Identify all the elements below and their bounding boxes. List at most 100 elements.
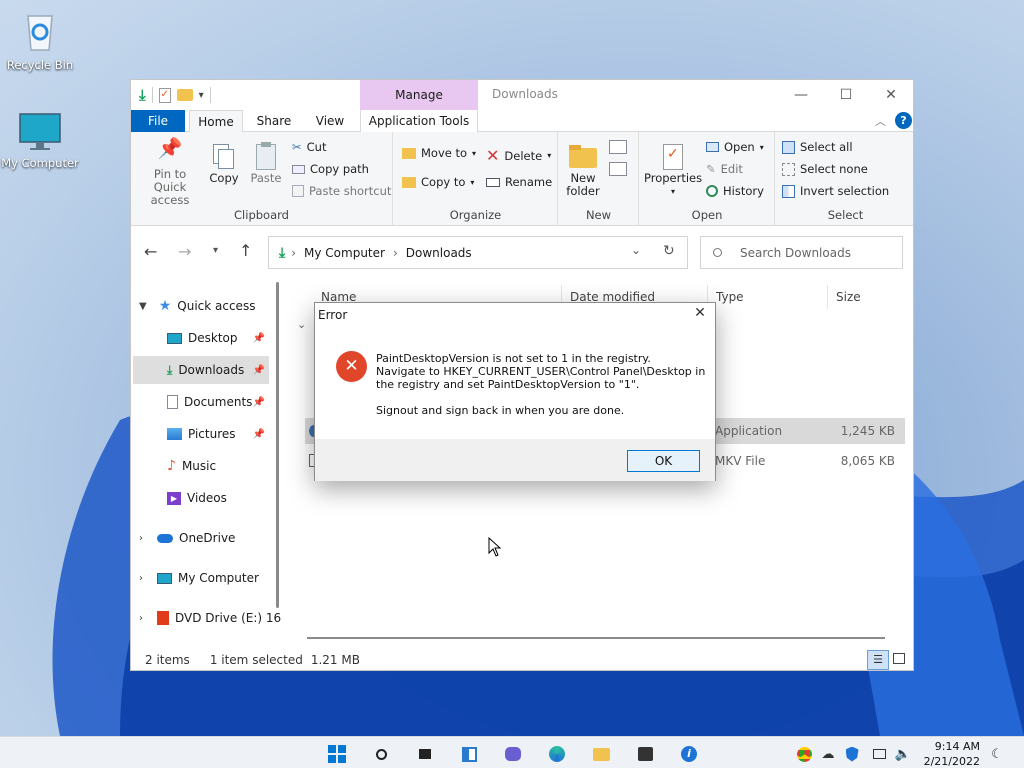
chat-button[interactable] xyxy=(502,743,524,765)
copy-to-button[interactable]: Copy to ▾ xyxy=(402,175,474,189)
select-all-button[interactable]: Select all xyxy=(782,140,853,154)
nav-dvd-drive[interactable]: › DVD Drive (E:) 16 xyxy=(139,604,281,632)
nav-item-downloads[interactable]: ⤓ Downloads 📌 xyxy=(133,356,269,384)
column-header-size[interactable]: Size xyxy=(827,285,907,309)
pin-quick-access-button[interactable]: 📌 Pin to Quick access xyxy=(137,138,203,207)
new-folder-button[interactable]: New folder xyxy=(565,142,601,198)
nav-quick-access[interactable]: ▼ ★ Quick access xyxy=(139,292,255,320)
collapse-ribbon-icon[interactable]: ︿ xyxy=(875,113,886,129)
onedrive-tray-button[interactable]: ☁ xyxy=(817,743,839,765)
delete-button[interactable]: ✕ Delete ▾ xyxy=(486,146,551,165)
easy-access-icon[interactable] xyxy=(609,162,627,176)
start-button[interactable] xyxy=(326,743,348,765)
forward-arrow-icon[interactable]: → xyxy=(178,242,191,261)
search-box[interactable]: Search Downloads xyxy=(700,236,903,269)
downloads-icon: ⤓ xyxy=(167,362,173,377)
security-tray-button[interactable] xyxy=(841,743,863,765)
large-icons-view-icon[interactable] xyxy=(893,653,905,664)
task-view-button[interactable] xyxy=(414,743,436,765)
expand-chevron-icon[interactable]: › xyxy=(139,573,143,584)
column-header-type[interactable]: Type xyxy=(707,285,827,309)
new-folder-icon[interactable] xyxy=(176,89,193,101)
nav-item-desktop[interactable]: Desktop 📌 xyxy=(133,324,269,352)
horizontal-scrollbar[interactable] xyxy=(307,637,885,639)
navigation-pane: ▼ ★ Quick access Desktop 📌 ⤓ Downloads 📌… xyxy=(131,280,281,640)
nav-item-label: Downloads xyxy=(178,363,245,377)
tab-file[interactable]: File xyxy=(131,110,185,132)
info-app-button[interactable]: i xyxy=(678,743,700,765)
invert-selection-button[interactable]: Invert selection xyxy=(782,184,889,198)
up-arrow-icon[interactable]: ↑ xyxy=(239,241,252,260)
select-none-button[interactable]: Select none xyxy=(782,162,868,176)
nav-item-videos[interactable]: ▶ Videos xyxy=(133,484,269,512)
clock[interactable]: 9:14 AM 2/21/2022 xyxy=(920,739,980,768)
expand-chevron-icon[interactable]: ▼ xyxy=(139,301,147,312)
copy-path-button[interactable]: Copy path xyxy=(292,162,369,176)
recycle-bin-shortcut[interactable]: Recycle Bin xyxy=(0,10,80,72)
nav-onedrive[interactable]: › OneDrive xyxy=(139,524,235,552)
nav-item-documents[interactable]: Documents 📌 xyxy=(133,388,269,416)
expand-chevron-icon[interactable]: › xyxy=(139,613,143,624)
nav-item-music[interactable]: ♪ Music xyxy=(133,452,269,480)
details-view-icon[interactable]: ☰ xyxy=(867,650,889,670)
tab-home[interactable]: Home xyxy=(189,110,243,133)
volume-tray-button[interactable]: 🔈 xyxy=(892,743,914,765)
nav-item-pictures[interactable]: Pictures 📌 xyxy=(133,420,269,448)
tab-view[interactable]: View xyxy=(305,110,355,132)
my-computer-shortcut[interactable]: My Computer xyxy=(0,112,80,170)
tab-share[interactable]: Share xyxy=(249,110,299,132)
edit-button[interactable]: ✎ Edit xyxy=(706,162,743,176)
widgets-button[interactable] xyxy=(458,743,480,765)
breadcrumb-my-computer[interactable]: My Computer xyxy=(304,246,385,260)
file-explorer-button[interactable] xyxy=(590,743,612,765)
copy-to-label: Copy to xyxy=(421,175,466,189)
select-none-label: Select none xyxy=(800,162,868,176)
cut-label: Cut xyxy=(306,140,327,154)
store-button[interactable] xyxy=(634,743,656,765)
expand-chevron-icon[interactable]: › xyxy=(139,533,143,544)
recent-locations-icon[interactable]: ▾ xyxy=(213,245,218,256)
history-button[interactable]: History xyxy=(706,184,764,198)
paste-shortcut-button[interactable]: Paste shortcut xyxy=(292,184,391,198)
paste-button[interactable]: Paste xyxy=(247,142,285,185)
group-collapse-icon[interactable]: ⌄ xyxy=(297,318,306,331)
nav-scrollbar[interactable] xyxy=(276,282,279,608)
windows-logo-icon xyxy=(328,745,346,763)
back-arrow-icon[interactable]: ← xyxy=(144,242,157,261)
properties-icon[interactable]: ✓ xyxy=(158,87,171,103)
properties-label: Properties xyxy=(644,171,703,185)
rename-button[interactable]: Rename xyxy=(486,175,552,189)
cloud-off-icon: ☁ xyxy=(821,746,835,762)
ok-button[interactable]: OK xyxy=(627,450,700,472)
new-item-icon[interactable] xyxy=(609,140,627,154)
address-dropdown-icon[interactable]: ⌄ xyxy=(631,243,641,257)
status-size: 1.21 MB xyxy=(310,653,360,667)
open-button[interactable]: Open ▾ xyxy=(706,140,764,154)
minimize-button[interactable]: — xyxy=(781,84,821,106)
refresh-icon[interactable]: ↻ xyxy=(663,243,675,259)
move-to-button[interactable]: Move to ▾ xyxy=(402,146,476,160)
title-bar: ⤓ ✓ ▾ Manage Downloads — ☐ ✕ xyxy=(131,80,913,110)
address-bar[interactable]: ⤓ › My Computer › Downloads ⌄ ↻ xyxy=(268,236,688,269)
cut-button[interactable]: ✂ Cut xyxy=(292,140,326,154)
download-icon[interactable]: ⤓ xyxy=(139,86,146,104)
maximize-button[interactable]: ☐ xyxy=(826,84,866,106)
help-icon[interactable]: ? xyxy=(895,112,912,129)
search-input[interactable]: Search Downloads xyxy=(740,246,851,260)
focus-assist-button[interactable]: ☾ xyxy=(986,743,1008,765)
nav-my-computer[interactable]: › My Computer xyxy=(139,564,259,592)
tab-manage[interactable]: Manage xyxy=(360,80,478,110)
qat-customize-icon[interactable]: ▾ xyxy=(199,90,204,101)
network-tray-button[interactable] xyxy=(868,743,890,765)
properties-button[interactable]: ✓ Properties ▾ xyxy=(644,142,702,198)
chrome-tray-button[interactable] xyxy=(793,743,815,765)
copy-button[interactable]: Copy xyxy=(205,142,243,185)
breadcrumb-downloads[interactable]: Downloads xyxy=(406,246,472,260)
edge-button[interactable] xyxy=(546,743,568,765)
close-button[interactable]: ✕ xyxy=(871,84,911,106)
ribbon: 📌 Pin to Quick access Copy Paste ✂ Cut C… xyxy=(131,132,913,226)
dialog-close-button[interactable]: ✕ xyxy=(689,305,711,325)
search-taskbar-button[interactable] xyxy=(370,743,392,765)
delete-label: Delete xyxy=(504,148,543,163)
tab-application-tools[interactable]: Application Tools xyxy=(360,110,478,132)
